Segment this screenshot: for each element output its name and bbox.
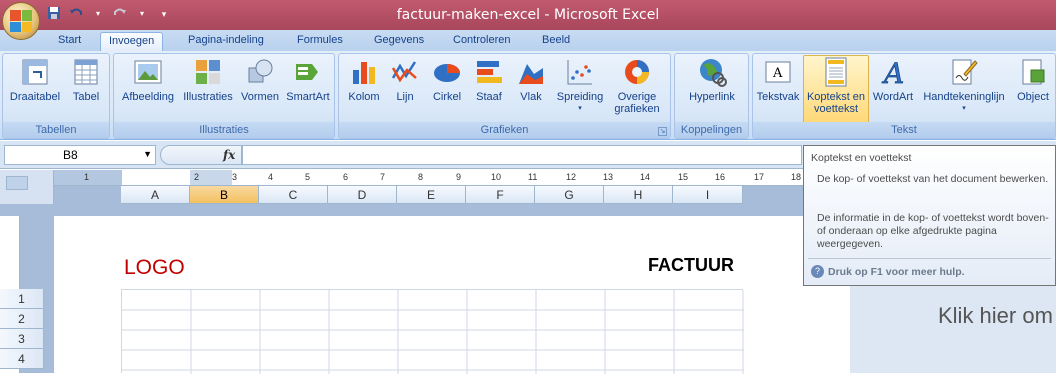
select-all-corner[interactable] xyxy=(0,170,54,204)
wordart-icon: A xyxy=(877,56,909,88)
pivot-table-icon xyxy=(19,56,51,88)
tab-pagina-indeling[interactable]: Pagina-indeling xyxy=(180,32,272,51)
cell-grid[interactable] xyxy=(121,289,744,374)
tooltip-title: Koptekst en voettekst xyxy=(811,152,912,164)
kolom-button[interactable]: Kolom xyxy=(342,56,386,103)
column-chart-icon xyxy=(348,56,380,88)
help-icon: ? xyxy=(811,265,824,278)
formula-input[interactable] xyxy=(242,145,802,165)
afbeelding-button[interactable]: Afbeelding xyxy=(117,56,179,103)
staaf-button[interactable]: Staaf xyxy=(469,56,509,103)
spreiding-button[interactable]: Spreiding ▾ xyxy=(553,56,607,115)
group-label-koppelingen: Koppelingen xyxy=(675,122,748,138)
group-label-tekst: Tekst xyxy=(753,122,1055,138)
column-header-selected[interactable]: B xyxy=(190,186,259,204)
column-header[interactable]: A xyxy=(121,186,190,204)
clipart-icon xyxy=(192,56,224,88)
tab-invoegen[interactable]: Invoegen xyxy=(100,32,164,51)
group-label-tabellen: Tabellen xyxy=(3,122,109,138)
scatter-chart-icon xyxy=(564,56,596,88)
window-title: factuur-maken-excel - Microsoft Excel xyxy=(396,7,660,23)
tooltip-description: De kop- of voettekst van het document be… xyxy=(817,173,1049,185)
group-label-illustraties: Illustraties xyxy=(114,122,334,138)
row-header[interactable]: 3 xyxy=(0,329,44,349)
doughnut-chart-icon xyxy=(621,56,653,88)
group-label-grafieken: Grafieken xyxy=(339,122,670,138)
wordart-button[interactable]: A WordArt xyxy=(870,56,916,103)
insert-function-button[interactable]: fx xyxy=(223,148,235,162)
row-header[interactable]: 1 xyxy=(0,289,44,309)
object-button[interactable]: Object xyxy=(1013,56,1053,103)
group-tabellen: Draaitabel Tabel Tabellen xyxy=(2,53,110,139)
ribbon-tabs: Start Invoegen Pagina-indeling Formules … xyxy=(0,30,1056,51)
tab-gegevens[interactable]: Gegevens xyxy=(366,32,432,51)
horizontal-ruler: 1 2 3 4 5 6 7 8 9 10 11 12 13 14 15 16 1… xyxy=(54,170,814,186)
tooltip: Koptekst en voettekst De kop- of voettek… xyxy=(803,145,1056,286)
koptekst-voettekst-button[interactable]: Koptekst en voettekst xyxy=(803,55,869,123)
name-box[interactable]: B8 ▼ xyxy=(4,145,156,165)
svg-text:A: A xyxy=(881,57,904,87)
shapes-icon xyxy=(244,56,276,88)
hyperlink-button[interactable]: Hyperlink xyxy=(679,56,745,103)
tekstvak-button[interactable]: A Tekstvak xyxy=(755,56,801,103)
lijn-button[interactable]: Lijn xyxy=(388,56,422,103)
cirkel-button[interactable]: Cirkel xyxy=(427,56,467,103)
svg-text:A: A xyxy=(772,66,783,81)
group-grafieken: Kolom Lijn Cirkel Staaf Vlak Spreiding ▾… xyxy=(338,53,671,139)
title-bar: ▾ ▾ ▾ factuur-maken-excel - Microsoft Ex… xyxy=(0,0,1056,30)
line-chart-icon xyxy=(389,56,421,88)
tab-formules[interactable]: Formules xyxy=(289,32,351,51)
column-header[interactable]: I xyxy=(673,186,743,204)
draaitabel-button[interactable]: Draaitabel xyxy=(6,56,64,103)
tooltip-details: De informatie in de kop- of voettekst wo… xyxy=(817,212,1049,250)
add-header-prompt[interactable]: Klik hier om xyxy=(938,303,1053,329)
vormen-button[interactable]: Vormen xyxy=(237,56,283,103)
logo-placeholder-text[interactable]: LOGO xyxy=(124,256,185,280)
smartart-button[interactable]: SmartArt xyxy=(284,56,332,103)
signature-line-icon xyxy=(948,56,980,88)
column-header[interactable]: C xyxy=(259,186,328,204)
dialog-launcher-icon[interactable]: ↘ xyxy=(658,127,667,136)
chevron-down-icon[interactable]: ▼ xyxy=(143,149,152,159)
object-icon xyxy=(1017,56,1049,88)
tooltip-help-text: Druk op F1 voor meer hulp. xyxy=(828,266,965,278)
bar-chart-icon xyxy=(473,56,505,88)
office-button[interactable] xyxy=(2,2,40,40)
hyperlink-globe-icon xyxy=(696,56,728,88)
header-footer-icon xyxy=(820,56,852,88)
formula-controls: fx xyxy=(160,145,242,165)
tooltip-divider xyxy=(808,258,1051,259)
handtekeninglijn-button[interactable]: Handtekeninglijn ▾ xyxy=(917,56,1011,115)
overige-grafieken-button[interactable]: Overige grafieken xyxy=(609,56,665,115)
picture-icon xyxy=(132,56,164,88)
illustraties-button[interactable]: Illustraties xyxy=(180,56,236,103)
row-header[interactable]: 2 xyxy=(0,309,44,329)
tab-start[interactable]: Start xyxy=(50,32,89,51)
vlak-button[interactable]: Vlak xyxy=(511,56,551,103)
tab-controleren[interactable]: Controleren xyxy=(445,32,518,51)
table-icon xyxy=(70,56,102,88)
group-tekst: A Tekstvak Koptekst en voettekst A WordA… xyxy=(752,53,1056,139)
invoice-title[interactable]: FACTUUR xyxy=(648,255,734,276)
tab-beeld[interactable]: Beeld xyxy=(534,32,578,51)
column-header[interactable]: F xyxy=(466,186,535,204)
tabel-button[interactable]: Tabel xyxy=(65,56,107,103)
column-header[interactable]: E xyxy=(397,186,466,204)
office-logo-icon xyxy=(10,10,32,32)
group-illustraties: Afbeelding Illustraties Vormen SmartArt … xyxy=(113,53,335,139)
smartart-icon xyxy=(292,56,324,88)
column-header[interactable]: G xyxy=(535,186,604,204)
group-koppelingen: Hyperlink Koppelingen xyxy=(674,53,749,139)
text-box-icon: A xyxy=(762,56,794,88)
column-header[interactable]: H xyxy=(604,186,673,204)
ribbon: Draaitabel Tabel Tabellen Afbeelding Ill… xyxy=(0,51,1056,140)
column-header[interactable]: D xyxy=(328,186,397,204)
row-header[interactable]: 4 xyxy=(0,349,44,369)
pie-chart-icon xyxy=(431,56,463,88)
area-chart-icon xyxy=(515,56,547,88)
